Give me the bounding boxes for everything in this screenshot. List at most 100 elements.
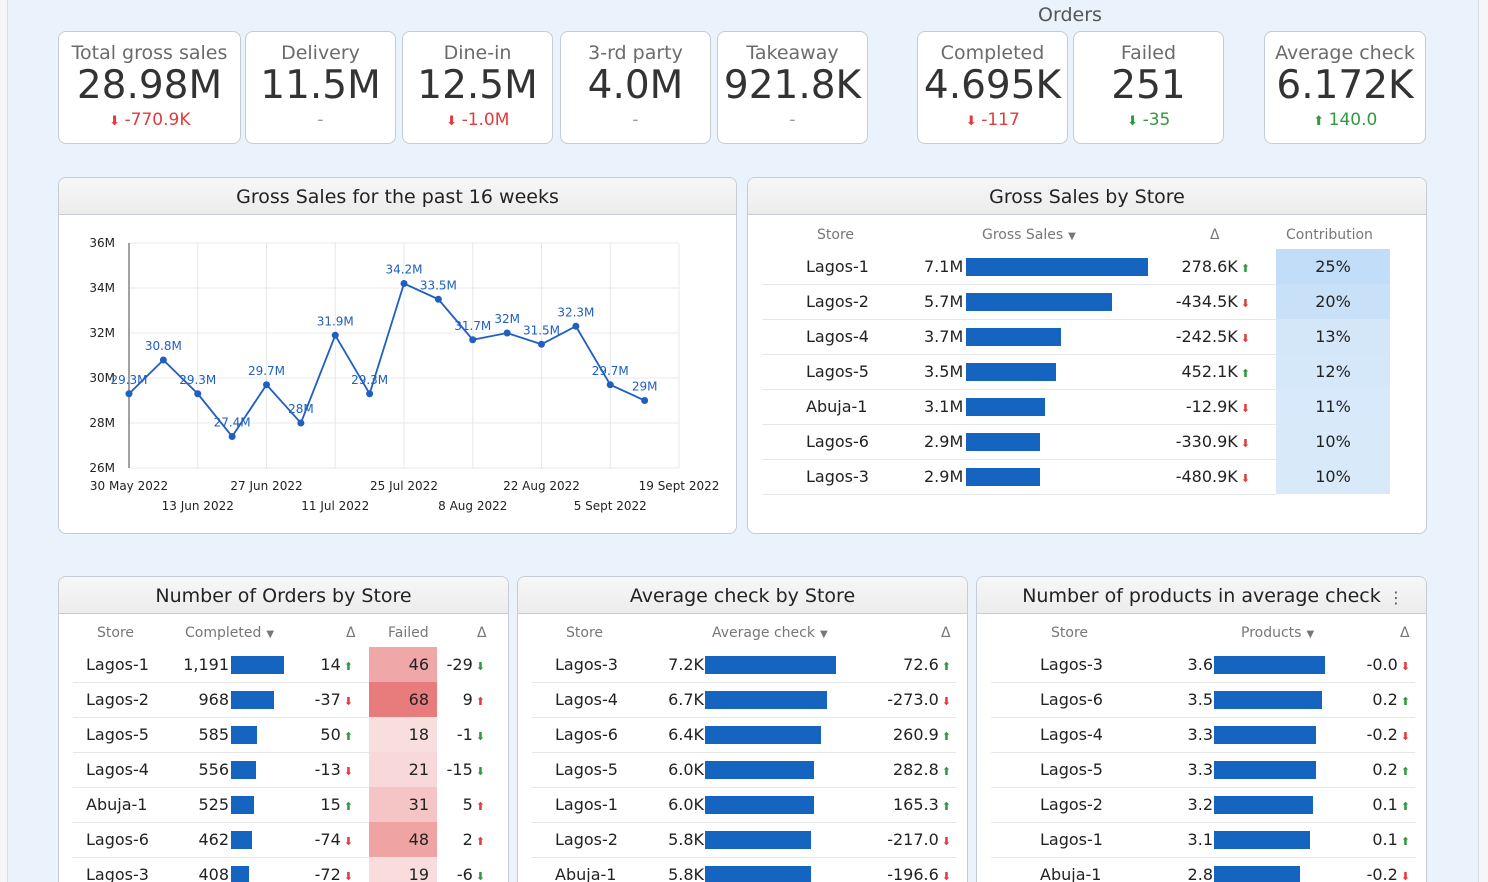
completed-bar[interactable] [231, 691, 275, 709]
avg-check-bar[interactable] [705, 796, 815, 814]
products-bar[interactable] [1214, 831, 1310, 849]
completed-bar[interactable] [231, 796, 255, 814]
store-name[interactable]: Abuja-1 [806, 397, 867, 416]
products-bar[interactable] [1214, 726, 1316, 744]
delta-value: 0.1 ⬆ [1372, 795, 1410, 814]
avg-check-bar[interactable] [705, 726, 822, 744]
products-bar[interactable] [1214, 761, 1316, 779]
row-divider [532, 822, 956, 823]
sales-bar[interactable] [966, 363, 1056, 381]
kpi-average-check[interactable]: Average check 6.172K ⬆ 140.0 [1264, 31, 1426, 144]
store-name[interactable]: Lagos-2 [555, 830, 618, 849]
store-name[interactable]: Lagos-6 [86, 830, 149, 849]
sales-bar[interactable] [966, 293, 1113, 311]
store-name[interactable]: Lagos-5 [555, 760, 618, 779]
col-header-delta[interactable]: Δ [941, 625, 951, 641]
col-header-failed[interactable]: Failed [388, 625, 429, 641]
store-name[interactable]: Lagos-3 [555, 655, 618, 674]
data-label: 29M [632, 380, 658, 394]
avg-check-bar[interactable] [705, 831, 811, 849]
store-name[interactable]: Lagos-3 [1040, 655, 1103, 674]
sort-desc-icon[interactable]: ▼ [820, 629, 828, 640]
data-point [366, 390, 374, 398]
avg-check-bar[interactable] [705, 691, 827, 709]
col-header-store[interactable]: Store [566, 625, 603, 641]
store-name[interactable]: Lagos-3 [86, 865, 149, 882]
store-name[interactable]: Lagos-2 [1040, 795, 1103, 814]
completed-bar[interactable] [231, 831, 252, 849]
avg-check-bar[interactable] [705, 866, 811, 882]
row-divider [991, 857, 1415, 858]
col-header-store[interactable]: Store [97, 625, 134, 641]
store-name[interactable]: Lagos-3 [806, 467, 869, 486]
sales-bar[interactable] [966, 433, 1041, 451]
store-name[interactable]: Lagos-4 [1040, 725, 1103, 744]
store-name[interactable]: Lagos-4 [555, 690, 618, 709]
arrow-up-icon: ⬆ [1313, 114, 1325, 129]
store-name[interactable]: Lagos-5 [1040, 760, 1103, 779]
store-name[interactable]: Lagos-6 [1040, 690, 1103, 709]
store-name[interactable]: Lagos-1 [86, 655, 149, 674]
store-name[interactable]: Lagos-5 [806, 362, 869, 381]
data-label: 32.3M [557, 305, 594, 319]
col-header-delta[interactable]: Δ [1400, 625, 1410, 641]
kpi-dine-in[interactable]: Dine-in 12.5M ⬇ -1.0M [402, 31, 553, 144]
store-name[interactable]: Lagos-2 [86, 690, 149, 709]
completed-bar[interactable] [231, 656, 284, 674]
completed-bar[interactable] [231, 866, 250, 882]
sales-bar[interactable] [966, 328, 1061, 346]
data-label: 30.8M [145, 339, 182, 353]
kpi-takeaway[interactable]: Takeaway 921.8K - [717, 31, 868, 144]
col-header-contribution[interactable]: Contribution [1286, 227, 1373, 243]
sort-desc-icon[interactable]: ▼ [1306, 629, 1314, 640]
store-name[interactable]: Abuja-1 [86, 795, 147, 814]
completed-bar[interactable] [231, 726, 258, 744]
col-header-completed[interactable]: Completed ▼ [185, 625, 274, 641]
col-header-gross-sales[interactable]: Gross Sales ▼ [982, 227, 1076, 243]
products-bar[interactable] [1214, 656, 1325, 674]
store-name[interactable]: Lagos-1 [806, 257, 869, 276]
kpi-third-party[interactable]: 3-rd party 4.0M - [560, 31, 711, 144]
contribution-value: 10% [1315, 467, 1351, 486]
products-bar[interactable] [1214, 866, 1301, 882]
avg-check-bar[interactable] [705, 656, 836, 674]
store-name[interactable]: Lagos-5 [86, 725, 149, 744]
kpi-delivery[interactable]: Delivery 11.5M - [245, 31, 396, 144]
right-scrollbar[interactable] [1478, 0, 1488, 882]
sales-bar[interactable] [966, 258, 1148, 276]
avg-check-bar[interactable] [705, 761, 815, 779]
completed-bar[interactable] [231, 761, 256, 779]
products-bar[interactable] [1214, 691, 1322, 709]
sort-desc-icon[interactable]: ▼ [1068, 231, 1076, 242]
arrow-down-icon: ⬇ [343, 870, 353, 882]
kpi-total-gross-sales[interactable]: Total gross sales 28.98M ⬇ -770.9K [58, 31, 241, 144]
arrow-up-icon: ⬆ [941, 730, 951, 743]
kpi-completed-orders[interactable]: Completed 4.695K ⬇ -117 [917, 31, 1068, 144]
store-name[interactable]: Lagos-6 [806, 432, 869, 451]
arrow-down-icon: ⬇ [1400, 660, 1410, 673]
products-bar[interactable] [1214, 796, 1313, 814]
col-header-delta[interactable]: Δ [1210, 227, 1220, 243]
store-name[interactable]: Lagos-2 [806, 292, 869, 311]
store-name[interactable]: Lagos-4 [806, 327, 869, 346]
col-header-average-check[interactable]: Average check ▼ [712, 625, 828, 641]
col-header-delta-failed[interactable]: Δ [477, 625, 487, 641]
sort-desc-icon[interactable]: ▼ [266, 629, 274, 640]
completed-value: 408 [198, 865, 229, 882]
store-name[interactable]: Lagos-1 [555, 795, 618, 814]
sales-bar[interactable] [966, 398, 1046, 416]
contribution-value: 12% [1315, 362, 1351, 381]
store-name[interactable]: Lagos-1 [1040, 830, 1103, 849]
col-header-products[interactable]: Products ▼ [1241, 625, 1314, 641]
store-name[interactable]: Lagos-6 [555, 725, 618, 744]
kpi-failed-orders[interactable]: Failed 251 ⬇ -35 [1073, 31, 1224, 144]
col-header-delta[interactable]: Δ [346, 625, 356, 641]
store-name[interactable]: Abuja-1 [555, 865, 616, 882]
store-name[interactable]: Abuja-1 [1040, 865, 1101, 882]
store-name[interactable]: Lagos-4 [86, 760, 149, 779]
arrow-down-icon: ⬇ [941, 695, 951, 708]
vertical-dots-icon[interactable]: ⋮ [1388, 583, 1404, 613]
col-header-store[interactable]: Store [817, 227, 854, 243]
sales-bar[interactable] [966, 468, 1041, 486]
col-header-store[interactable]: Store [1051, 625, 1088, 641]
